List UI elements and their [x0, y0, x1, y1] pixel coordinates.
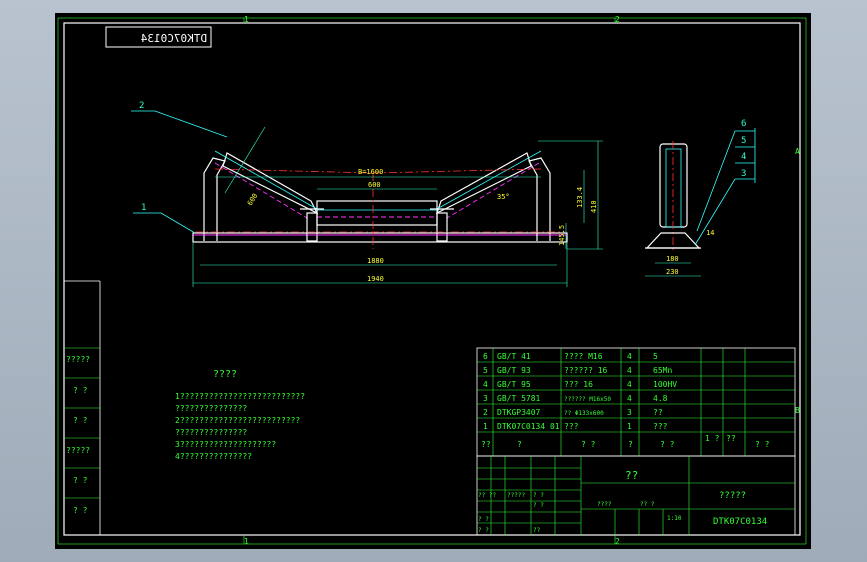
- grid-marker-bottom-2: 2: [615, 537, 620, 546]
- bom-cell-no: 1: [483, 422, 488, 431]
- bom-cell-std: DTK07C0134 01: [497, 422, 560, 431]
- margin-label-4: ?????: [66, 446, 90, 455]
- bom-cell-qty: 4: [627, 394, 632, 403]
- bom-cell-no: 2: [483, 408, 488, 417]
- grid-marker-bottom-1: 1: [244, 537, 249, 546]
- title-block: ?? ????? DTK07C0134 1:10 ?? ?? ????? ? ?…: [476, 455, 796, 536]
- technical-notes: ???? 1?????????????????????????? ???????…: [175, 369, 305, 461]
- bom-header-1: ??: [481, 440, 491, 449]
- bom-header-5: ? ?: [660, 440, 675, 449]
- balloon-3: 3: [741, 169, 746, 179]
- bom-cell-name: ???? M16: [564, 352, 603, 361]
- margin-label-6: ? ?: [73, 506, 88, 515]
- dim-roll-length: 600: [246, 192, 259, 207]
- margin-label-1: ?????: [66, 355, 90, 364]
- grid-marker-right-b: B: [795, 406, 800, 415]
- grid-marker-top-2: 2: [615, 15, 620, 24]
- dim-height-roll-vis: 133.4: [576, 187, 584, 208]
- bom-cell-name: ?????? M16x50: [564, 396, 611, 403]
- bom-cell-name: ???: [564, 422, 579, 431]
- grid-marker-right-a: A: [795, 147, 800, 156]
- bom-header-7: ??: [726, 434, 736, 443]
- bom-cell-qty: 4: [627, 380, 632, 389]
- dim-inner-span: 1880: [367, 257, 384, 265]
- bom-cell-std: GB/T 41: [497, 352, 531, 361]
- main-view: B=1600 600 1880 1940 410 133.4 133.4 145…: [131, 101, 603, 287]
- belt-width-label: B=1600: [358, 168, 383, 176]
- left-margin-table: ????? ? ? ? ? ????? ? ? ? ?: [64, 280, 101, 535]
- balloon-5: 5: [741, 136, 746, 146]
- bom-cell-std: GB/T 95: [497, 380, 531, 389]
- note-line-5: 3????????????????????: [175, 440, 276, 449]
- tb-label-5: ? ?: [533, 502, 544, 509]
- company-name: ?????: [719, 491, 746, 501]
- dim-overall-length: 1940: [367, 275, 384, 283]
- bom-header-2: ?: [517, 440, 522, 449]
- note-line-1: 1??????????????????????????: [175, 392, 305, 401]
- bom-cell-mat: ???: [653, 422, 668, 431]
- grid-marker-top-1: 1: [244, 15, 249, 24]
- balloon-6: 6: [741, 119, 746, 129]
- notes-title: ????: [213, 369, 237, 380]
- dim-height-base: 145.5: [558, 225, 566, 246]
- side-view: 180 230 14 6 5 4 3: [645, 119, 756, 277]
- cad-drawing: 1 2 1 2 A B DTK07C0134 B=1600 600 1880 1…: [57, 15, 807, 546]
- dim-center-width: 600: [368, 181, 381, 189]
- bom-cell-no: 4: [483, 380, 488, 389]
- tb-label-3: ? ?: [533, 492, 544, 499]
- note-line-6: 4???????????????: [175, 452, 252, 461]
- note-line-3: 2?????????????????????????: [175, 416, 300, 425]
- outer-border: [57, 17, 807, 545]
- bom-cell-std: DTKGP3407: [497, 408, 541, 417]
- bom-cell-mat: 5: [653, 352, 658, 361]
- drawing-code-mirrored: DTK07C0134: [140, 32, 207, 45]
- tb-label-4: ? ?: [478, 516, 489, 523]
- tb-label-6: ? ?: [478, 527, 489, 534]
- bom-cell-std: GB/T 93: [497, 366, 531, 375]
- bom-cell-mat: ??: [653, 408, 663, 417]
- tb-label-7: ????: [597, 501, 612, 508]
- bom-header-6: 1 ?: [705, 434, 720, 443]
- dim-angle: 35°: [497, 193, 510, 201]
- bom-header-4: ?: [628, 440, 633, 449]
- tb-label-1: ?? ??: [478, 492, 496, 499]
- bom-cell-std: GB/T 5781: [497, 394, 541, 403]
- bom-cell-name: ?? Φ133x600: [564, 410, 604, 417]
- drawing-number: DTK07C0134: [713, 517, 767, 527]
- tb-label-8: ?? ?: [640, 501, 655, 508]
- side-dim-inner: 180: [666, 255, 679, 263]
- margin-label-2: ? ?: [73, 386, 88, 395]
- bom-cell-qty: 4: [627, 366, 632, 375]
- balloon-1: 1: [141, 203, 146, 213]
- side-dim-outer: 230: [666, 268, 679, 276]
- tb-label-2: ?????: [507, 492, 525, 499]
- bom-cell-qty: 1: [627, 422, 632, 431]
- balloon-2: 2: [139, 101, 144, 111]
- balloon-4: 4: [741, 152, 746, 162]
- side-dim-foot: 14: [706, 229, 714, 237]
- bom-cell-no: 5: [483, 366, 488, 375]
- margin-label-3: ? ?: [73, 416, 88, 425]
- bom-cell-no: 3: [483, 394, 488, 403]
- bom-cell-no: 6: [483, 352, 488, 361]
- bom-header-8: ? ?: [755, 440, 770, 449]
- bom-cell-name: ?????? 16: [564, 366, 608, 375]
- dim-height-total: 410: [590, 200, 598, 213]
- drawing-sheet: 1 2 1 2 A B DTK07C0134 B=1600 600 1880 1…: [55, 13, 811, 549]
- bom-cell-mat: 100HV: [653, 380, 677, 389]
- margin-label-5: ? ?: [73, 476, 88, 485]
- bom-cell-qty: 4: [627, 352, 632, 361]
- tb-label-9: ??: [533, 527, 541, 534]
- bom-cell-mat: 4.8: [653, 394, 668, 403]
- note-line-4: ???????????????: [175, 428, 247, 437]
- bom-cell-qty: 3: [627, 408, 632, 417]
- bom-cell-name: ??? 16: [564, 380, 593, 389]
- bom-header-3: ? ?: [581, 440, 596, 449]
- part-name: ??: [625, 469, 638, 482]
- note-line-2: ???????????????: [175, 404, 247, 413]
- bom-table: 6 GB/T 41???? M16 4 55 GB/T 93?????? 16 4 65Mn…: [476, 347, 796, 457]
- scale-value: 1:10: [667, 515, 682, 522]
- bom-cell-mat: 65Mn: [653, 366, 672, 375]
